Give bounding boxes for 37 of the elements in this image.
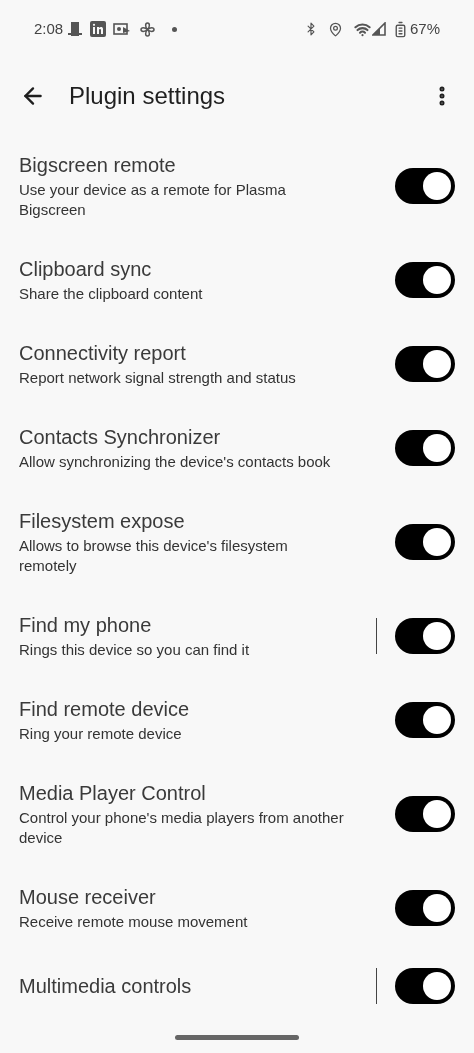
plugin-title: Connectivity report — [19, 341, 187, 366]
toggle-switch[interactable] — [395, 618, 455, 654]
plugin-description: Allow synchronizing the device's contacts book — [19, 452, 332, 472]
plugin-description: Use your device as a remote for Plasma Bigscreen — [19, 180, 287, 220]
plugin-title: Bigscreen remote — [19, 153, 177, 178]
toggle-switch[interactable] — [395, 346, 455, 382]
plugin-title: Contacts Synchronizer — [19, 425, 222, 450]
linkedin-icon — [90, 21, 107, 37]
plugin-description: Receive remote mouse movement — [19, 912, 249, 932]
signal-icon — [371, 22, 386, 36]
wifi-icon — [353, 20, 371, 38]
plugin-description: Control your phone's media players from another device — [19, 808, 345, 848]
plugin-title: Mouse receiver — [19, 885, 157, 910]
toggle-switch[interactable] — [395, 430, 455, 466]
location-icon — [327, 21, 343, 37]
plugin-title: Filesystem expose — [19, 509, 186, 534]
toggle-switch[interactable] — [395, 890, 455, 926]
toggle-switch[interactable] — [395, 524, 455, 560]
plugin-description: Allows to browse this device's filesystem remotely — [19, 536, 289, 576]
toggle-switch[interactable] — [395, 262, 455, 298]
plugin-description: Ring your remote device — [19, 724, 183, 744]
plugin-description: Report network signal strength and status — [19, 368, 297, 388]
plugin-title: Find remote device — [19, 697, 191, 722]
toggle-switch[interactable] — [395, 702, 455, 738]
plugin-title: Multimedia controls — [19, 974, 193, 999]
battery-percent: 67% — [409, 18, 440, 39]
toggle-switch[interactable] — [395, 796, 455, 832]
plugin-title: Find my phone — [19, 613, 153, 638]
fan-icon — [139, 20, 157, 38]
plugin-description: Rings this device so you can find it — [19, 640, 251, 660]
plugin-title: Media Player Control — [19, 781, 207, 806]
plugin-title: Clipboard sync — [19, 257, 153, 282]
page-title: Plugin settings — [69, 81, 227, 111]
plugin-description: Share the clipboard content — [19, 284, 204, 304]
toggle-switch[interactable] — [395, 168, 455, 204]
toggle-switch[interactable] — [395, 968, 455, 1004]
status-time: 2:08 — [34, 18, 64, 39]
